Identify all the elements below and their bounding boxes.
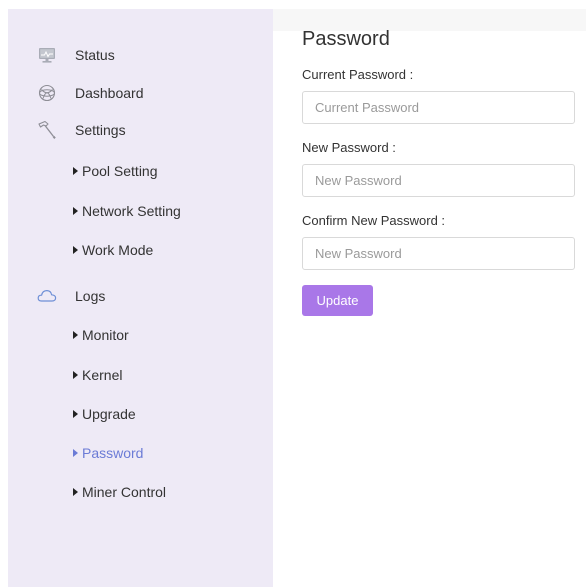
caret-right-icon [73, 331, 78, 339]
sidebar-subitem-network-setting[interactable]: Network Setting [73, 200, 181, 222]
sidebar-subitem-upgrade[interactable]: Upgrade [73, 403, 136, 425]
sidebar-item-label: Dashboard [75, 85, 144, 101]
caret-right-icon [73, 371, 78, 379]
sidebar-subitem-pool-setting[interactable]: Pool Setting [73, 160, 158, 182]
confirm-password-label: Confirm New Password : [302, 213, 446, 228]
sidebar-subitem-label: Password [82, 445, 144, 461]
cloud-icon [36, 285, 58, 307]
sidebar-subitem-password[interactable]: Password [73, 442, 143, 464]
monitor-icon [36, 44, 58, 66]
current-password-label: Current Password : [302, 67, 414, 82]
sidebar-subitem-monitor[interactable]: Monitor [73, 324, 129, 346]
sidebar-subitem-label: Network Setting [82, 203, 181, 219]
caret-right-icon [73, 449, 78, 457]
caret-right-icon [73, 167, 78, 175]
confirm-password-input[interactable] [302, 237, 575, 270]
new-password-label: New Password : [302, 140, 396, 155]
page-title: Password [302, 28, 390, 50]
sidebar-subitem-label: Upgrade [82, 406, 136, 422]
sidebar-subitem-label: Miner Control [82, 484, 167, 500]
sidebar-item-label: Logs [75, 288, 106, 304]
sidebar-item-label: Settings [75, 122, 126, 138]
caret-right-icon [73, 246, 78, 254]
sidebar-item-label: Status [75, 47, 115, 63]
sidebar-subitem-label: Kernel [82, 367, 123, 383]
caret-right-icon [73, 207, 78, 215]
sidebar-subitem-label: Pool Setting [82, 163, 158, 179]
dashboard-icon [36, 82, 58, 104]
sidebar-subitem-label: Work Mode [82, 242, 154, 258]
sidebar-subitem-work-mode[interactable]: Work Mode [73, 239, 153, 261]
caret-right-icon [73, 410, 78, 418]
hammer-icon [36, 119, 58, 141]
sidebar-subitem-label: Monitor [82, 327, 129, 343]
sidebar-subitem-kernel[interactable]: Kernel [73, 364, 122, 386]
caret-right-icon [73, 488, 78, 496]
sidebar: Status Dashboard Settings Pool Setting N… [8, 9, 273, 587]
current-password-input[interactable] [302, 91, 575, 124]
update-button[interactable]: Update [302, 285, 373, 316]
sidebar-subitem-miner-control[interactable]: Miner Control [73, 481, 166, 503]
new-password-input[interactable] [302, 164, 575, 197]
